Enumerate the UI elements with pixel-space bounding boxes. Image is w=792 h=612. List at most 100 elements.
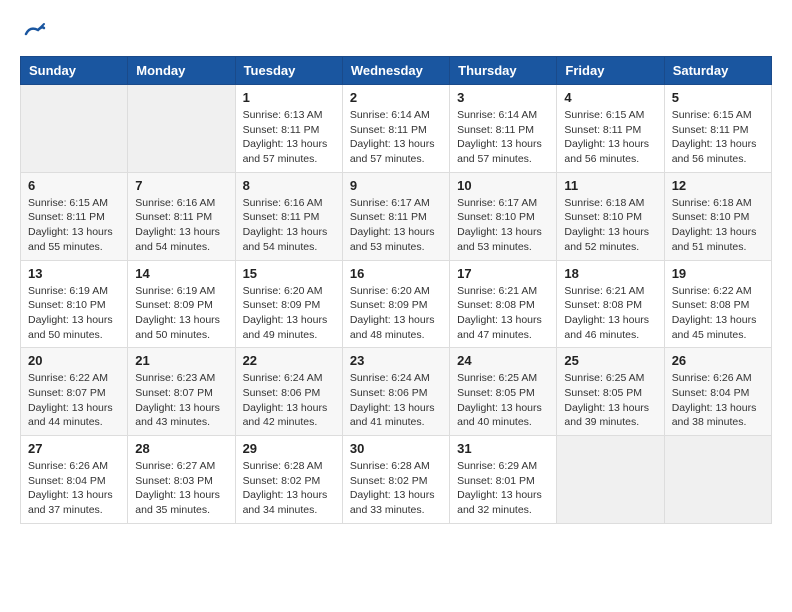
weekday-header: Thursday — [450, 57, 557, 85]
day-number: 3 — [457, 90, 549, 105]
day-number: 23 — [350, 353, 442, 368]
day-number: 28 — [135, 441, 227, 456]
day-info: Sunrise: 6:26 AM Sunset: 8:04 PM Dayligh… — [672, 371, 764, 430]
day-number: 25 — [564, 353, 656, 368]
calendar-cell: 2 Sunrise: 6:14 AM Sunset: 8:11 PM Daylig… — [342, 85, 449, 173]
day-info: Sunrise: 6:15 AM Sunset: 8:11 PM Dayligh… — [28, 196, 120, 255]
calendar-cell: 30Sunrise: 6:28 AM Sunset: 8:02 PM Dayli… — [342, 436, 449, 524]
day-info: Sunrise: 6:17 AM Sunset: 8:11 PM Dayligh… — [350, 196, 442, 255]
day-info: Sunrise: 6:23 AM Sunset: 8:07 PM Dayligh… — [135, 371, 227, 430]
day-number: 18 — [564, 266, 656, 281]
day-number: 27 — [28, 441, 120, 456]
day-info: Sunrise: 6:29 AM Sunset: 8:01 PM Dayligh… — [457, 459, 549, 518]
calendar-cell: 29 Sunrise: 6:28 AM Sunset: 8:02 PM Dayli… — [235, 436, 342, 524]
day-number: 24 — [457, 353, 549, 368]
calendar-week-row: 6 Sunrise: 6:15 AM Sunset: 8:11 PM Daylig… — [21, 172, 772, 260]
day-info: Sunrise: 6:19 AM Sunset: 8:09 PM Dayligh… — [135, 284, 227, 343]
calendar-cell: 14 Sunrise: 6:19 AM Sunset: 8:09 PM Dayli… — [128, 260, 235, 348]
day-number: 16 — [350, 266, 442, 281]
day-number: 13 — [28, 266, 120, 281]
day-info: Sunrise: 6:21 AM Sunset: 8:08 PM Dayligh… — [564, 284, 656, 343]
calendar-week-row: 20Sunrise: 6:22 AM Sunset: 8:07 PM Dayli… — [21, 348, 772, 436]
day-info: Sunrise: 6:24 AM Sunset: 8:06 PM Dayligh… — [350, 371, 442, 430]
calendar-cell: 24Sunrise: 6:25 AM Sunset: 8:05 PM Dayli… — [450, 348, 557, 436]
day-info: Sunrise: 6:18 AM Sunset: 8:10 PM Dayligh… — [672, 196, 764, 255]
calendar-week-row: 1 Sunrise: 6:13 AM Sunset: 8:11 PM Daylig… — [21, 85, 772, 173]
calendar-cell: 11 Sunrise: 6:18 AM Sunset: 8:10 PM Dayli… — [557, 172, 664, 260]
calendar-cell: 21 Sunrise: 6:23 AM Sunset: 8:07 PM Dayli… — [128, 348, 235, 436]
calendar-week-row: 13 Sunrise: 6:19 AM Sunset: 8:10 PM Dayli… — [21, 260, 772, 348]
day-number: 26 — [672, 353, 764, 368]
day-number: 22 — [243, 353, 335, 368]
day-number: 31 — [457, 441, 549, 456]
calendar-table: SundayMondayTuesdayWednesdayThursdayFrid… — [20, 56, 772, 524]
weekday-header: Saturday — [664, 57, 771, 85]
day-number: 14 — [135, 266, 227, 281]
day-number: 1 — [243, 90, 335, 105]
day-info: Sunrise: 6:27 AM Sunset: 8:03 PM Dayligh… — [135, 459, 227, 518]
day-info: Sunrise: 6:15 AM Sunset: 8:11 PM Dayligh… — [564, 108, 656, 167]
calendar-cell — [128, 85, 235, 173]
calendar-cell: 10 Sunrise: 6:17 AM Sunset: 8:10 PM Dayli… — [450, 172, 557, 260]
day-number: 6 — [28, 178, 120, 193]
day-number: 7 — [135, 178, 227, 193]
day-info: Sunrise: 6:16 AM Sunset: 8:11 PM Dayligh… — [243, 196, 335, 255]
day-number: 5 — [672, 90, 764, 105]
day-number: 21 — [135, 353, 227, 368]
page-header — [20, 20, 772, 40]
day-info: Sunrise: 6:25 AM Sunset: 8:05 PM Dayligh… — [564, 371, 656, 430]
calendar-cell: 4 Sunrise: 6:15 AM Sunset: 8:11 PM Daylig… — [557, 85, 664, 173]
day-number: 2 — [350, 90, 442, 105]
day-info: Sunrise: 6:26 AM Sunset: 8:04 PM Dayligh… — [28, 459, 120, 518]
calendar-cell: 13 Sunrise: 6:19 AM Sunset: 8:10 PM Dayli… — [21, 260, 128, 348]
calendar-cell: 5Sunrise: 6:15 AM Sunset: 8:11 PM Daylig… — [664, 85, 771, 173]
day-number: 11 — [564, 178, 656, 193]
calendar-cell: 27 Sunrise: 6:26 AM Sunset: 8:04 PM Dayli… — [21, 436, 128, 524]
day-number: 4 — [564, 90, 656, 105]
logo-icon — [22, 20, 46, 44]
day-number: 10 — [457, 178, 549, 193]
day-number: 15 — [243, 266, 335, 281]
day-number: 17 — [457, 266, 549, 281]
day-info: Sunrise: 6:14 AM Sunset: 8:11 PM Dayligh… — [350, 108, 442, 167]
calendar-cell: 6 Sunrise: 6:15 AM Sunset: 8:11 PM Daylig… — [21, 172, 128, 260]
calendar-cell: 15Sunrise: 6:20 AM Sunset: 8:09 PM Dayli… — [235, 260, 342, 348]
day-info: Sunrise: 6:19 AM Sunset: 8:10 PM Dayligh… — [28, 284, 120, 343]
calendar-cell: 20Sunrise: 6:22 AM Sunset: 8:07 PM Dayli… — [21, 348, 128, 436]
calendar-cell: 26 Sunrise: 6:26 AM Sunset: 8:04 PM Dayli… — [664, 348, 771, 436]
calendar-cell: 7 Sunrise: 6:16 AM Sunset: 8:11 PM Daylig… — [128, 172, 235, 260]
calendar-cell: 22Sunrise: 6:24 AM Sunset: 8:06 PM Dayli… — [235, 348, 342, 436]
day-number: 20 — [28, 353, 120, 368]
weekday-header: Wednesday — [342, 57, 449, 85]
day-info: Sunrise: 6:18 AM Sunset: 8:10 PM Dayligh… — [564, 196, 656, 255]
day-info: Sunrise: 6:28 AM Sunset: 8:02 PM Dayligh… — [350, 459, 442, 518]
calendar-cell: 17Sunrise: 6:21 AM Sunset: 8:08 PM Dayli… — [450, 260, 557, 348]
weekday-header: Tuesday — [235, 57, 342, 85]
calendar-cell: 9 Sunrise: 6:17 AM Sunset: 8:11 PM Daylig… — [342, 172, 449, 260]
calendar-cell: 3 Sunrise: 6:14 AM Sunset: 8:11 PM Daylig… — [450, 85, 557, 173]
day-number: 8 — [243, 178, 335, 193]
calendar-week-row: 27 Sunrise: 6:26 AM Sunset: 8:04 PM Dayli… — [21, 436, 772, 524]
day-info: Sunrise: 6:20 AM Sunset: 8:09 PM Dayligh… — [350, 284, 442, 343]
calendar-cell: 18 Sunrise: 6:21 AM Sunset: 8:08 PM Dayli… — [557, 260, 664, 348]
day-number: 12 — [672, 178, 764, 193]
day-info: Sunrise: 6:16 AM Sunset: 8:11 PM Dayligh… — [135, 196, 227, 255]
logo — [20, 20, 46, 40]
calendar-cell: 16 Sunrise: 6:20 AM Sunset: 8:09 PM Dayli… — [342, 260, 449, 348]
calendar-cell — [557, 436, 664, 524]
day-number: 19 — [672, 266, 764, 281]
calendar-cell: 23 Sunrise: 6:24 AM Sunset: 8:06 PM Dayli… — [342, 348, 449, 436]
calendar-cell: 25 Sunrise: 6:25 AM Sunset: 8:05 PM Dayli… — [557, 348, 664, 436]
day-info: Sunrise: 6:14 AM Sunset: 8:11 PM Dayligh… — [457, 108, 549, 167]
day-info: Sunrise: 6:17 AM Sunset: 8:10 PM Dayligh… — [457, 196, 549, 255]
calendar-cell: 28 Sunrise: 6:27 AM Sunset: 8:03 PM Dayli… — [128, 436, 235, 524]
day-number: 29 — [243, 441, 335, 456]
day-info: Sunrise: 6:13 AM Sunset: 8:11 PM Dayligh… — [243, 108, 335, 167]
weekday-header: Monday — [128, 57, 235, 85]
calendar-cell: 8 Sunrise: 6:16 AM Sunset: 8:11 PM Daylig… — [235, 172, 342, 260]
weekday-header: Sunday — [21, 57, 128, 85]
day-info: Sunrise: 6:28 AM Sunset: 8:02 PM Dayligh… — [243, 459, 335, 518]
day-number: 9 — [350, 178, 442, 193]
calendar-cell — [664, 436, 771, 524]
weekday-header: Friday — [557, 57, 664, 85]
